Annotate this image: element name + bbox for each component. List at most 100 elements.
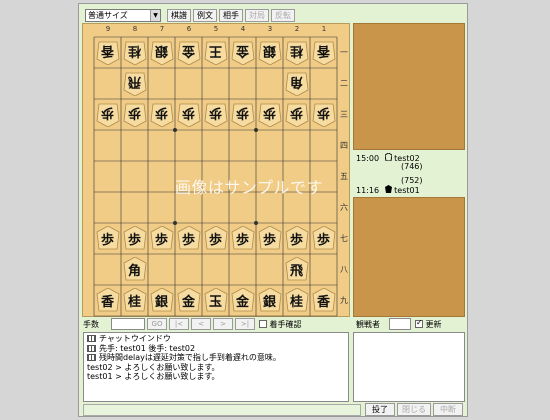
- gote-piece[interactable]: 銀: [150, 40, 174, 65]
- chat-line: test02 > よろしくお願い致します。: [87, 363, 345, 373]
- toolbar: 普通サイズ ▼ 棋譜 例文 相手 対局 反転: [85, 7, 465, 23]
- flip-button[interactable]: 反転: [271, 9, 295, 22]
- board-size-select[interactable]: 普通サイズ ▼: [85, 9, 161, 22]
- gote-piece[interactable]: 角: [285, 71, 309, 96]
- sente-piece[interactable]: 香: [96, 288, 120, 313]
- spectator-list[interactable]: [353, 332, 465, 402]
- gote-piece[interactable]: 歩: [258, 102, 282, 127]
- row-label: 五: [340, 172, 348, 181]
- opponent-button[interactable]: 相手: [219, 9, 243, 22]
- sente-piece[interactable]: 銀: [150, 288, 174, 313]
- piece-label: 歩: [154, 105, 168, 120]
- gote-piece[interactable]: 歩: [150, 102, 174, 127]
- column-label: 7: [159, 25, 165, 33]
- star-point: [173, 221, 177, 225]
- sente-piece[interactable]: 飛: [285, 257, 309, 282]
- system-message-icon: [87, 335, 96, 342]
- gote-piece[interactable]: 銀: [258, 40, 282, 65]
- row-label: 六: [340, 203, 348, 212]
- sente-piece[interactable]: 金: [231, 288, 255, 313]
- gote-piece[interactable]: 香: [96, 40, 120, 65]
- sente-icon: [384, 185, 392, 195]
- sente-piece[interactable]: 歩: [177, 226, 201, 251]
- sente-piece[interactable]: 歩: [96, 226, 120, 251]
- sente-piece[interactable]: 香: [312, 288, 336, 313]
- chat-window[interactable]: チャットウインドウ 先手: test01 後手: test02 残時間delayは遅…: [83, 332, 349, 402]
- sente-piece[interactable]: 歩: [285, 226, 309, 251]
- sente-clock: 11:16: [356, 186, 380, 195]
- gote-captured-pieces[interactable]: [353, 23, 465, 150]
- piece-label: 歩: [127, 233, 141, 248]
- piece-label: 歩: [235, 105, 249, 120]
- update-option[interactable]: 更新: [415, 318, 442, 330]
- piece-label: 角: [127, 264, 141, 279]
- piece-label: 銀: [154, 43, 168, 58]
- gote-piece[interactable]: 歩: [177, 102, 201, 127]
- example-button[interactable]: 例文: [193, 9, 217, 22]
- sente-piece[interactable]: 金: [177, 288, 201, 313]
- row-label: 四: [340, 141, 348, 150]
- sente-piece[interactable]: 歩: [123, 226, 147, 251]
- kifu-button[interactable]: 棋譜: [167, 9, 191, 22]
- sente-piece[interactable]: 桂: [123, 288, 147, 313]
- sente-player-name[interactable]: test01: [394, 186, 420, 195]
- piece-label: 金: [235, 295, 249, 310]
- close-button[interactable]: 閉じる: [397, 403, 431, 416]
- gote-piece[interactable]: 王: [204, 40, 228, 65]
- spectator-label: 観戦者: [356, 320, 380, 329]
- go-button[interactable]: GO: [147, 318, 167, 330]
- sente-rating: (752): [401, 176, 423, 185]
- sente-piece[interactable]: 歩: [204, 226, 228, 251]
- row-label: 八: [340, 265, 348, 274]
- sente-piece[interactable]: 桂: [285, 288, 309, 313]
- piece-label: 歩: [208, 233, 222, 248]
- chat-line: test01 > よろしくお願い致します。: [87, 372, 345, 382]
- chevron-down-icon: ▼: [150, 10, 160, 21]
- piece-label: 香: [316, 295, 330, 310]
- sente-piece[interactable]: 歩: [258, 226, 282, 251]
- gote-piece[interactable]: 桂: [123, 40, 147, 65]
- shogi-board[interactable]: 987654321一二三四五六七八九 香桂銀金王金銀桂香飛角歩歩歩歩歩歩歩歩歩歩…: [82, 23, 350, 317]
- gote-piece[interactable]: 桂: [285, 40, 309, 65]
- prev-move-button[interactable]: <: [191, 318, 211, 330]
- chat-input[interactable]: [83, 404, 361, 416]
- piece-label: 香: [100, 43, 114, 58]
- gote-piece[interactable]: 歩: [231, 102, 255, 127]
- match-button[interactable]: 対局: [245, 9, 269, 22]
- last-move-button[interactable]: >|: [235, 318, 255, 330]
- suspend-button[interactable]: 中断: [433, 403, 463, 416]
- column-label: 3: [267, 25, 273, 33]
- resign-button[interactable]: 投了: [365, 403, 395, 416]
- row-label: 七: [340, 234, 348, 243]
- column-label: 1: [321, 25, 327, 33]
- sente-piece[interactable]: 角: [123, 257, 147, 282]
- row-label: 二: [340, 79, 348, 88]
- sente-piece[interactable]: 歩: [150, 226, 174, 251]
- sente-piece[interactable]: 歩: [231, 226, 255, 251]
- gote-piece[interactable]: 歩: [204, 102, 228, 127]
- sente-captured-pieces[interactable]: [353, 197, 465, 317]
- piece-label: 桂: [127, 43, 141, 58]
- confirm-move-option[interactable]: 着手確認: [259, 319, 302, 330]
- first-move-button[interactable]: |<: [169, 318, 189, 330]
- update-checkbox[interactable]: [415, 318, 423, 328]
- move-number-input[interactable]: [111, 318, 145, 330]
- sente-piece[interactable]: 歩: [312, 226, 336, 251]
- sente-piece[interactable]: 銀: [258, 288, 282, 313]
- gote-piece[interactable]: 歩: [96, 102, 120, 127]
- gote-piece[interactable]: 金: [177, 40, 201, 65]
- piece-label: 桂: [289, 295, 303, 310]
- piece-label: 金: [235, 43, 249, 58]
- gote-piece[interactable]: 歩: [123, 102, 147, 127]
- gote-piece[interactable]: 歩: [312, 102, 336, 127]
- board-size-value: 普通サイズ: [88, 11, 128, 20]
- gote-piece[interactable]: 歩: [285, 102, 309, 127]
- gote-piece[interactable]: 金: [231, 40, 255, 65]
- next-move-button[interactable]: >: [213, 318, 233, 330]
- confirm-move-checkbox[interactable]: [259, 320, 267, 328]
- gote-piece[interactable]: 飛: [123, 71, 147, 96]
- sente-piece[interactable]: 玉: [204, 288, 228, 313]
- gote-piece[interactable]: 香: [312, 40, 336, 65]
- chat-line: 残時間delayは遅延対策で指し手到着遅れの意味。: [87, 353, 345, 363]
- chat-text: test02 > よろしくお願い致します。: [87, 362, 220, 372]
